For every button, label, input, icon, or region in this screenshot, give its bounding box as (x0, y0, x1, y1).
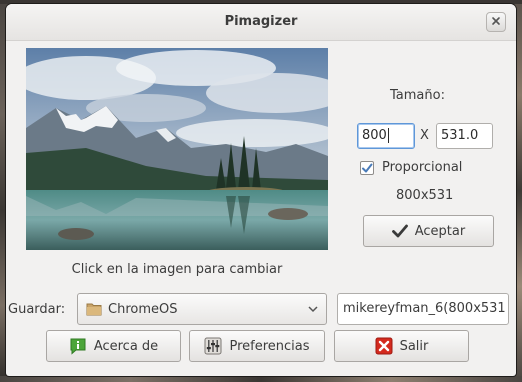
desktop-background-bottom (0, 376, 522, 382)
proportional-checkbox[interactable] (360, 160, 374, 175)
height-input[interactable]: 531.0 (436, 123, 493, 149)
checkmark-icon (362, 163, 373, 172)
width-value: 800 (362, 128, 387, 143)
close-icon (491, 15, 501, 30)
about-button[interactable]: Acerca de (46, 330, 181, 362)
size-label: Tamaño: (390, 88, 445, 103)
height-value: 531.0 (441, 128, 479, 143)
proportional-checkbox-row[interactable]: Proporcional (360, 160, 462, 175)
preferences-label: Preferencias (229, 338, 310, 354)
red-x-icon (375, 337, 393, 355)
preview-hint: Click en la imagen para cambiar (71, 262, 283, 277)
filename-input[interactable]: mikereyfman_6(800x531 (337, 293, 509, 325)
equalizer-icon (204, 337, 222, 355)
info-icon (69, 337, 87, 355)
width-input[interactable]: 800 (357, 123, 415, 149)
title-bar[interactable]: Pimagizer (6, 4, 516, 41)
quit-button[interactable]: Salir (334, 330, 469, 362)
pimagizer-window: Pimagizer Click en la imagen para cambia… (6, 4, 516, 376)
chevron-down-icon (308, 305, 318, 313)
quit-label: Salir (399, 338, 429, 354)
dimension-separator: X (420, 128, 429, 143)
result-size: 800x531 (396, 188, 454, 203)
selected-folder: ChromeOS (108, 301, 178, 317)
save-label: Guardar: (8, 302, 66, 317)
text-cursor (387, 128, 389, 143)
accept-button[interactable]: Aceptar (363, 215, 494, 247)
folder-icon (86, 302, 102, 316)
preferences-button[interactable]: Preferencias (189, 330, 325, 362)
landscape-photo (26, 48, 328, 250)
about-label: Acerca de (93, 338, 159, 354)
checkmark-icon (391, 224, 408, 238)
save-folder-select[interactable]: ChromeOS (77, 293, 327, 325)
proportional-label: Proporcional (382, 160, 463, 175)
accept-label: Aceptar (414, 223, 466, 239)
close-button[interactable] (486, 12, 506, 32)
image-preview[interactable] (26, 48, 328, 250)
window-title: Pimagizer (224, 14, 298, 29)
